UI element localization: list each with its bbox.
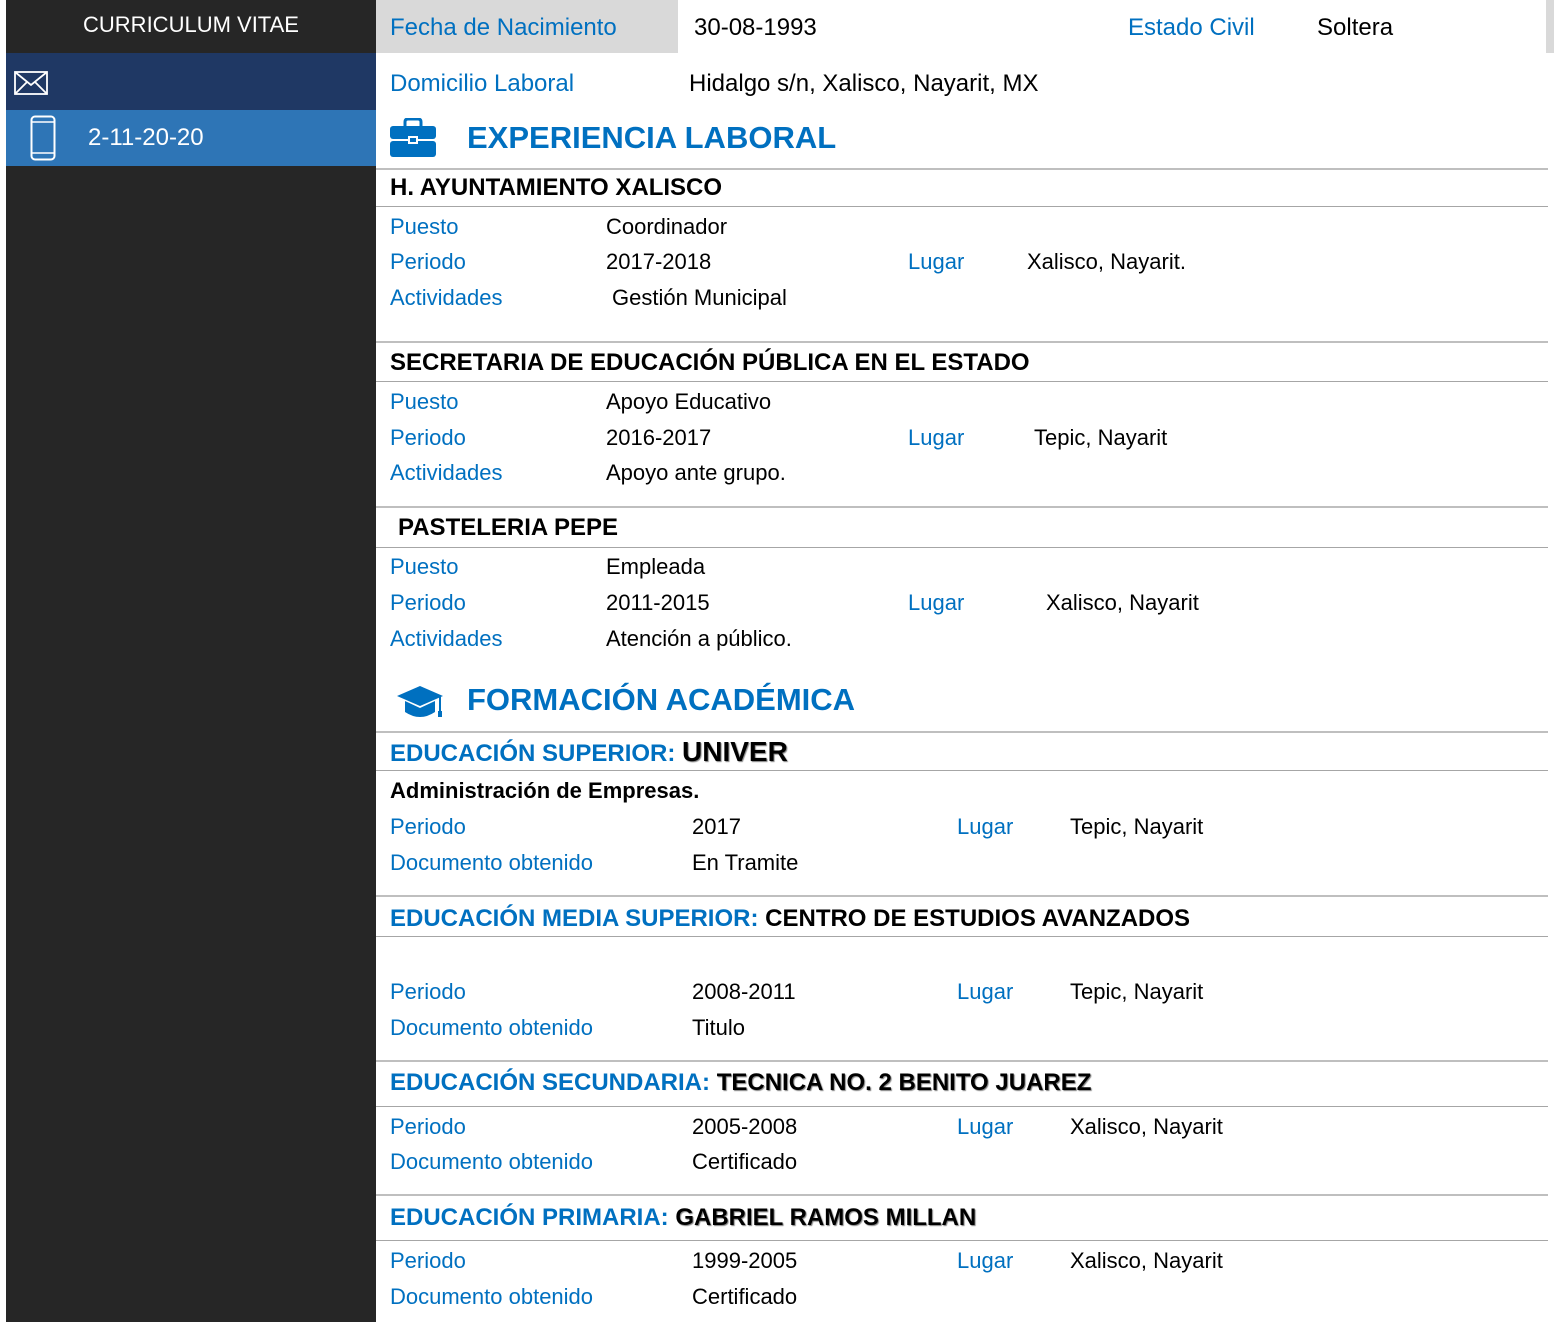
job-period-value: 2016-2017	[606, 425, 712, 450]
job-position-value: Empleada	[606, 554, 706, 579]
education-period-label: Periodo	[390, 814, 466, 839]
job-position-value: Apoyo Educativo	[606, 389, 772, 414]
job-period-label: Periodo	[390, 590, 466, 615]
education-place-label: Lugar	[957, 814, 1014, 839]
education-level-heading: EDUCACIÓN SECUNDARIA: TECNICA NO. 2 BENI…	[390, 1069, 1091, 1097]
address-value: Hidalgo s/n, Xalisco, Nayarit, MX	[689, 70, 1039, 97]
phone-row: 2-11-20-20	[6, 110, 376, 166]
job-activities-value: Gestión Municipal	[612, 285, 787, 310]
envelope-icon	[14, 71, 48, 100]
education-section-title: FORMACIÓN ACADÉMICA	[467, 682, 856, 717]
job-position-label: Puesto	[390, 214, 459, 239]
education-place-value: Xalisco, Nayarit	[1070, 1248, 1223, 1273]
job-activities-label: Actividades	[390, 460, 503, 485]
job-place-value: Tepic, Nayarit	[1034, 425, 1168, 450]
education-level-heading: EDUCACIÓN SUPERIOR: UNIVER	[390, 736, 788, 768]
education-place-label: Lugar	[957, 979, 1014, 1004]
education-school-name: UNIVER	[682, 736, 788, 767]
job-place-value: Xalisco, Nayarit.	[1027, 249, 1186, 274]
job-company: PASTELERIA PEPE	[398, 514, 619, 541]
education-school-name: TECNICA NO. 2 BENITO JUAREZ	[716, 1069, 1092, 1096]
education-place-value: Tepic, Nayarit	[1070, 814, 1204, 839]
personal-info-row: Fecha de Nacimiento 30-08-1993 Estado Ci…	[376, 0, 1554, 53]
education-level-label: EDUCACIÓN MEDIA SUPERIOR:	[390, 905, 759, 932]
job-period-label: Periodo	[390, 425, 466, 450]
job-company: SECRETARIA DE EDUCACIÓN PÚBLICA EN EL ES…	[390, 349, 1030, 376]
email-row	[6, 53, 376, 110]
job-position-label: Puesto	[390, 554, 459, 579]
job-place-label: Lugar	[908, 249, 965, 274]
job-period-label: Periodo	[390, 249, 466, 274]
education-level-label: EDUCACIÓN SUPERIOR:	[390, 740, 676, 767]
job-activities-value: Apoyo ante grupo.	[606, 460, 786, 485]
job-place-label: Lugar	[908, 425, 965, 450]
education-school-name: GABRIEL RAMOS MILLAN	[675, 1204, 977, 1231]
job-activities-label: Actividades	[390, 626, 503, 651]
education-document-label: Documento obtenido	[390, 1149, 594, 1174]
civil-status-value: Soltera	[1317, 14, 1394, 41]
address-label: Domicilio Laboral	[390, 70, 575, 97]
education-document-value: Certificado	[692, 1149, 798, 1174]
education-document-label: Documento obtenido	[390, 1015, 594, 1040]
education-place-label: Lugar	[957, 1114, 1014, 1139]
job-activities-label: Actividades	[390, 285, 503, 310]
job-position-value: Coordinador	[606, 214, 728, 239]
job-period-value: 2017-2018	[606, 249, 712, 274]
education-level-label: EDUCACIÓN SECUNDARIA:	[390, 1069, 711, 1096]
document-title: CURRICULUM VITAE	[83, 12, 299, 37]
experience-section-title: EXPERIENCIA LABORAL	[467, 120, 837, 155]
education-period-label: Periodo	[390, 979, 466, 1004]
education-place-value: Tepic, Nayarit	[1070, 979, 1204, 1004]
education-level-label: EDUCACIÓN PRIMARIA:	[390, 1204, 669, 1231]
education-period-value: 1999-2005	[692, 1248, 798, 1273]
graduation-cap-icon	[396, 684, 444, 725]
education-period-value: 2008-2011	[692, 979, 796, 1004]
education-period-label: Periodo	[390, 1114, 466, 1139]
education-period-value: 2005-2008	[692, 1114, 798, 1139]
education-document-value: En Tramite	[692, 850, 799, 875]
birth-date-label: Fecha de Nacimiento	[390, 14, 617, 41]
education-place-label: Lugar	[957, 1248, 1014, 1273]
mobile-phone-icon	[30, 115, 56, 166]
education-document-value: Certificado	[692, 1284, 798, 1309]
education-document-value: Titulo	[692, 1015, 745, 1040]
phone-value: 2-11-20-20	[88, 124, 204, 151]
education-document-label: Documento obtenido	[390, 1284, 594, 1309]
education-place-value: Xalisco, Nayarit	[1070, 1114, 1223, 1139]
job-place-value: Xalisco, Nayarit	[1046, 590, 1199, 615]
job-position-label: Puesto	[390, 389, 459, 414]
education-school-name: CENTRO DE ESTUDIOS AVANZADOS	[765, 905, 1191, 932]
education-level-heading: EDUCACIÓN PRIMARIA: GABRIEL RAMOS MILLAN	[390, 1204, 976, 1232]
job-activities-value: Atención a público.	[606, 626, 792, 651]
education-level-heading: EDUCACIÓN MEDIA SUPERIOR: CENTRO DE ESTU…	[390, 905, 1190, 933]
briefcase-icon	[389, 117, 437, 163]
birth-date-value: 30-08-1993	[694, 14, 817, 41]
education-period-value: 2017	[692, 814, 741, 839]
education-career: Administración de Empresas.	[390, 778, 700, 803]
job-company: H. AYUNTAMIENTO XALISCO	[390, 174, 723, 201]
job-place-label: Lugar	[908, 590, 965, 615]
education-period-label: Periodo	[390, 1248, 466, 1273]
sidebar: CURRICULUM VITAE 2-11-20-20	[6, 0, 376, 1322]
job-period-value: 2011-2015	[606, 590, 710, 615]
education-document-label: Documento obtenido	[390, 850, 594, 875]
civil-status-label: Estado Civil	[1128, 14, 1255, 41]
